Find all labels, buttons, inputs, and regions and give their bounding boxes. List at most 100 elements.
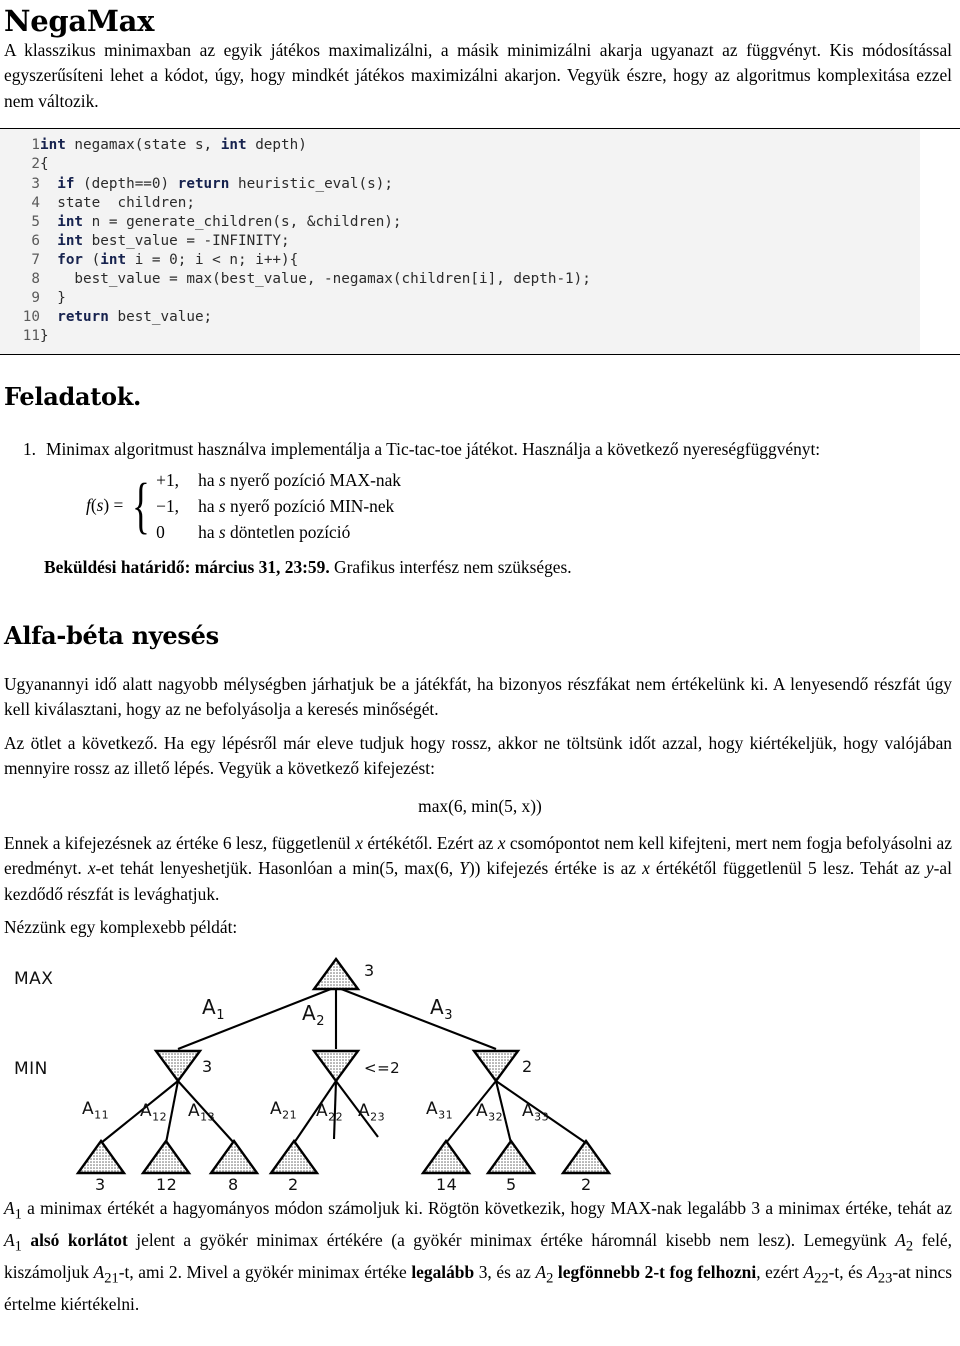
p3-var-Y: Y [459, 858, 469, 879]
formula-left-brace: { [132, 471, 151, 540]
code-text: { [40, 156, 49, 173]
cp-A2b: A [535, 1261, 547, 1282]
leaf-value: 5 [506, 1174, 517, 1194]
formula-lhs: f(s) = [86, 495, 124, 516]
edge-label-A22: A22 [316, 1100, 344, 1123]
code-text: best_value = max(best_value, -negamax(ch… [40, 271, 591, 288]
code-line: 5 int n = generate_children(s, &children… [0, 213, 591, 232]
code-text: best_value = -INFINITY; [83, 232, 290, 249]
edge-label-A2: A2 [302, 1000, 325, 1029]
cp-A2: A [895, 1229, 906, 1250]
game-tree-svg [75, 956, 612, 1174]
task-text: Minimax algoritmust használva implementá… [46, 439, 821, 460]
min-node-value-2: <=2 [364, 1058, 401, 1077]
cp-p8: -t, ami 2. Mivel a gyökér minimax értéke [118, 1261, 412, 1282]
edge-label-A21: A21 [270, 1098, 298, 1121]
game-tree-figure: MAX MIN 3 3 <=2 2 A1 A2 A3 A11 A12 A13 A… [6, 951, 666, 1196]
formula-case-value: −1, [156, 495, 179, 516]
code-line-number: 5 [31, 213, 40, 230]
leaf-value: 12 [156, 1174, 178, 1194]
p3-f: értékétől függetlenül 5 lesz. Tehát az [649, 858, 926, 879]
leaf-value: 8 [228, 1174, 239, 1194]
min-node-value-3: 2 [522, 1056, 533, 1076]
display-math-expression: max(6, min(5, x)) [418, 795, 542, 816]
row-label-max: MAX [14, 968, 54, 989]
code-text: depth) [246, 137, 307, 154]
code-line-content: return best_value; [40, 308, 591, 327]
edge-label-A32: A32 [476, 1100, 504, 1123]
formula-cases: +1, ha s nyerő pozíció MAX-nak −1, ha s nye… [156, 467, 401, 545]
code-line-number: 11 [22, 328, 40, 345]
cp-A1: A [4, 1197, 15, 1218]
formula-case-row: −1, ha s nyerő pozíció MIN-nek [156, 493, 401, 519]
code-text: n = generate_children(s, &children); [83, 213, 402, 230]
formula-case-condition: ha s nyerő pozíció MIN-nek [198, 495, 395, 516]
cp-A2-sub: 2 [905, 1238, 914, 1255]
leaf-node [420, 1138, 472, 1174]
edge-label-A1: A1 [202, 994, 225, 1023]
code-text: state children; [40, 194, 195, 211]
code-keyword: return [57, 309, 109, 326]
code-line-number: 1 [31, 137, 40, 154]
code-table: 1 int negamax(state s, int depth) 2{3 if (… [0, 136, 591, 346]
p3-var-x4: x [642, 858, 650, 879]
deadline-note: Grafikus interfész nem szükséges. [329, 556, 572, 577]
code-keyword: return [177, 175, 230, 192]
code-line-number: 6 [31, 232, 40, 249]
code-text: } [40, 290, 66, 307]
code-line-content: if (depth==0) return heuristic_eval(s); [40, 175, 591, 194]
code-line: 9 } [0, 289, 591, 308]
leaf-value: 2 [288, 1174, 299, 1194]
min-node-1 [153, 1049, 203, 1083]
code-line: 7 for (int i = 0; i < n; i++){ [0, 251, 591, 270]
edge-label-A33: A33 [522, 1100, 550, 1123]
row-label-min: MIN [14, 1058, 48, 1079]
code-keyword: int [57, 213, 84, 230]
formula-case-value: +1, [156, 469, 179, 490]
p3-var-y1: y [925, 858, 934, 879]
alphabeta-paragraph-1: Ugyanannyi idő alatt nagyobb mélységben … [4, 673, 952, 720]
code-line-content: } [40, 289, 591, 308]
tasks-list: 1. Minimax algoritmust használva impleme… [0, 437, 960, 463]
code-line-content: for (int i = 0; i < n; i++){ [40, 251, 591, 270]
leaf-node [75, 1138, 127, 1174]
code-line-number: 3 [31, 175, 40, 192]
edge-label-A23: A23 [358, 1100, 386, 1123]
edge-label-A3: A3 [430, 994, 453, 1023]
cp-A21-sub: 21 [104, 1270, 119, 1287]
code-text: best_value; [108, 309, 213, 326]
code-line-content: state children; [40, 194, 591, 213]
leaf-value: 14 [436, 1174, 458, 1194]
code-line: 4 state children; [0, 194, 591, 213]
edge-label-A13: A13 [188, 1100, 216, 1123]
leaf-node [560, 1138, 612, 1174]
code-line-content: best_value = max(best_value, -negamax(ch… [40, 270, 591, 289]
p3-var-x3: x [87, 858, 96, 879]
p3-a: Ennek a kifejezésnek az értéke 6 lesz, f… [4, 832, 356, 853]
deadline-line: Beküldési határidő: március 31, 23:59. G… [0, 555, 960, 581]
code-keyword: int [57, 232, 84, 249]
alphabeta-paragraph-2: Az ötlet a következő. Ha egy lépésről má… [4, 732, 952, 779]
p3-e: )) kifejezés értéke is az [468, 858, 643, 879]
code-line: 1 int negamax(state s, int depth) [0, 136, 591, 155]
cp-bold-atleast: legalább [411, 1261, 475, 1282]
cp-A22-sub: 22 [814, 1270, 829, 1287]
formula-case-condition: ha s döntetlen pozíció [198, 521, 351, 542]
code-text: negamax(state s, [65, 137, 221, 154]
cp-A1b-sub: 1 [14, 1238, 22, 1255]
formula-case-condition: ha s nyerő pozíció MAX-nak [198, 469, 401, 490]
code-text: i = 0; i < n; i++){ [126, 251, 299, 268]
code-keyword: for [57, 251, 84, 268]
closing-paragraph: A 1 a minimax értékét a hagyományos módon… [0, 1196, 960, 1317]
leaf-node [140, 1138, 192, 1174]
code-line-content: int best_value = -INFINITY; [40, 232, 591, 251]
tasks-heading: Feladatok. [4, 382, 142, 412]
code-line-number: 9 [31, 290, 40, 307]
code-line-number: 2 [31, 156, 40, 173]
leaf-value: 3 [95, 1174, 106, 1194]
leaf-node [208, 1138, 260, 1174]
cp-p2: a minimax értékét a hagyományos módon sz… [21, 1197, 952, 1218]
